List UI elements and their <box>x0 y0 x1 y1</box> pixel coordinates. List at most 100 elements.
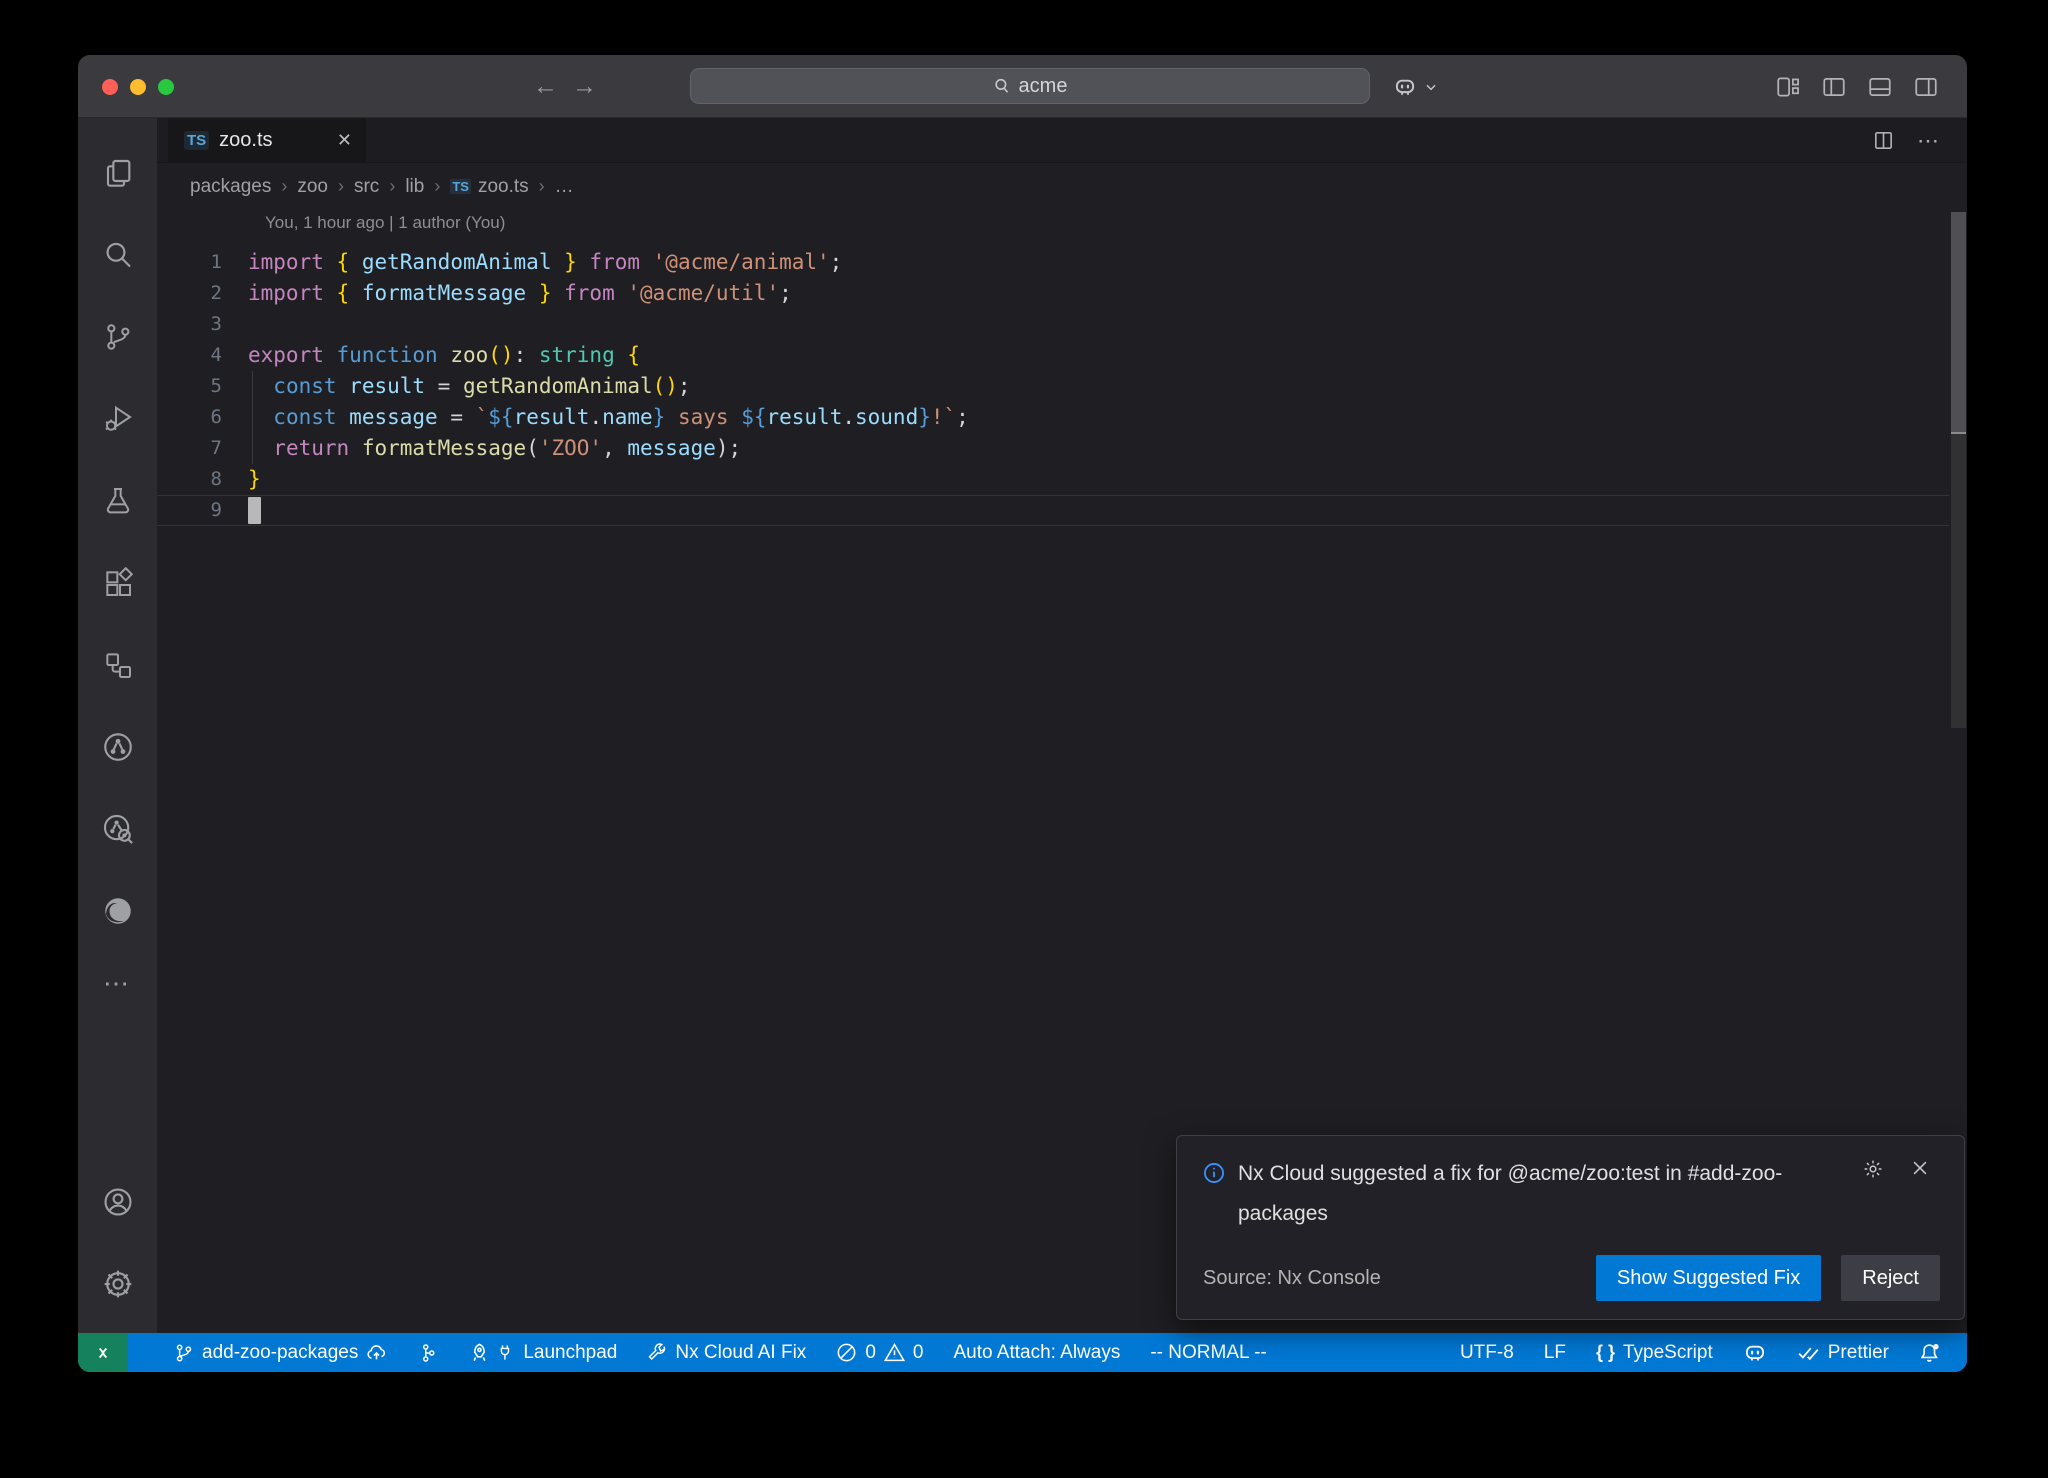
status-git-branch[interactable]: add-zoo-packages <box>174 1342 387 1364</box>
status-notifications-bell[interactable] <box>1919 1342 1941 1364</box>
copilot-icon <box>1393 75 1417 99</box>
status-vim-mode[interactable]: -- NORMAL -- <box>1150 1342 1266 1364</box>
status-label: Prettier <box>1828 1342 1889 1364</box>
status-bar-right: UTF-8 LF { }TypeScript Prettier <box>1460 1341 1967 1365</box>
status-label: 0 <box>913 1342 924 1364</box>
status-label: Auto Attach: Always <box>953 1342 1120 1364</box>
rocket-icon <box>467 1342 488 1363</box>
gitgraph-icon <box>417 1343 437 1363</box>
title-bar: ← → acme <box>78 55 1967 118</box>
breadcrumb-item[interactable]: zoo <box>297 176 328 198</box>
panel-right-icon[interactable] <box>1913 74 1939 100</box>
minimize-window-button[interactable] <box>130 79 146 95</box>
breadcrumb-item[interactable]: src <box>354 176 379 198</box>
tab-label: zoo.ts <box>219 129 272 152</box>
close-window-button[interactable] <box>102 79 118 95</box>
split-editor-icon[interactable] <box>1872 129 1895 152</box>
activity-item-extensions[interactable] <box>78 542 157 624</box>
tab-bar: TS zoo.ts ✕ ⋯ <box>157 118 1967 163</box>
breadcrumb-item[interactable]: lib <box>405 176 424 198</box>
code-line-5: 5 const result = getRandomAnimal(); <box>157 371 1949 402</box>
reject-button[interactable]: Reject <box>1841 1255 1940 1301</box>
tab-close-icon[interactable]: ✕ <box>337 130 352 151</box>
panel-bottom-icon[interactable] <box>1867 74 1893 100</box>
show-suggested-fix-button[interactable]: Show Suggested Fix <box>1596 1255 1821 1301</box>
breadcrumb-separator: › <box>389 176 395 197</box>
notification-toast: Nx Cloud suggested a fix for @acme/zoo:t… <box>1176 1135 1965 1320</box>
activity-item-more-views[interactable]: ⋯ <box>78 952 157 1014</box>
status-encoding[interactable]: UTF-8 <box>1460 1342 1514 1364</box>
gitlens-blame-annotation: You, 1 hour ago | 1 author (You) <box>265 213 505 233</box>
back-button[interactable]: ← <box>533 72 558 101</box>
activity-item-nx-project-graph[interactable] <box>78 706 157 788</box>
forward-button[interactable]: → <box>572 72 597 101</box>
remote-indicator[interactable] <box>78 1333 128 1372</box>
activity-item-edge-browser[interactable] <box>78 870 157 952</box>
search-value: acme <box>1019 75 1068 98</box>
layout-controls <box>1775 55 1939 118</box>
traffic-lights <box>102 55 174 118</box>
copilot-menu[interactable] <box>1393 55 1438 118</box>
activity-item-accounts[interactable] <box>78 1161 157 1243</box>
command-center-search[interactable]: acme <box>690 68 1370 104</box>
cloudup-icon <box>366 1342 387 1363</box>
branch-icon <box>174 1343 194 1363</box>
status-formatter-prettier[interactable]: Prettier <box>1797 1341 1889 1364</box>
status-language-mode[interactable]: { }TypeScript <box>1596 1342 1713 1364</box>
breadcrumb-item[interactable]: packages <box>190 176 271 198</box>
activity-bar-bottom <box>78 1161 157 1325</box>
plug-icon <box>496 1343 515 1362</box>
activity-item-nx-cloud[interactable] <box>78 788 157 870</box>
activity-bar: ⋯ <box>78 118 157 1333</box>
notification-source: Source: Nx Console <box>1203 1267 1381 1290</box>
activity-item-explorer[interactable] <box>78 132 157 214</box>
activity-item-nx-console[interactable] <box>78 624 157 706</box>
maximize-window-button[interactable] <box>158 79 174 95</box>
status-copilot-status[interactable] <box>1743 1341 1767 1365</box>
activity-item-search[interactable] <box>78 214 157 296</box>
status-eol[interactable]: LF <box>1544 1342 1566 1364</box>
status-nx-cloud-ai-fix[interactable]: Nx Cloud AI Fix <box>647 1342 806 1364</box>
status-git-graph[interactable] <box>417 1343 437 1363</box>
notification-message: Nx Cloud suggested a fix for @acme/zoo:t… <box>1238 1154 1858 1234</box>
dblcheck-icon <box>1797 1341 1820 1364</box>
status-label: add-zoo-packages <box>202 1342 358 1364</box>
scrollbar-slider[interactable] <box>1951 212 1966 432</box>
activity-item-source-control[interactable] <box>78 296 157 378</box>
activity-item-testing[interactable] <box>78 460 157 542</box>
tab-zoo-ts[interactable]: TS zoo.ts ✕ <box>168 118 366 162</box>
more-actions-icon[interactable]: ⋯ <box>1917 128 1941 154</box>
status-launchpad[interactable]: Launchpad <box>467 1342 617 1364</box>
breadcrumb-separator: › <box>338 176 344 197</box>
status-bar: add-zoo-packages Launchpad Nx Cloud AI Fix… <box>78 1333 1967 1372</box>
error-icon <box>836 1342 857 1363</box>
braces-icon: { } <box>1596 1342 1615 1363</box>
code-line-1: 1import { getRandomAnimal } from '@acme/… <box>157 247 1949 278</box>
breadcrumb-item[interactable]: … <box>555 176 574 198</box>
status-label: Launchpad <box>523 1342 617 1364</box>
activity-bar-top: ⋯ <box>78 132 157 1014</box>
layout-icon[interactable] <box>1775 74 1801 100</box>
breadcrumb-separator: › <box>434 176 440 197</box>
vim-block-cursor <box>248 497 261 524</box>
status-label: UTF-8 <box>1460 1342 1514 1364</box>
search-icon <box>993 77 1011 95</box>
code-line-8: 8} <box>157 464 1949 495</box>
breadcrumb-separator: › <box>281 176 287 197</box>
breadcrumb-item[interactable]: TSzoo.ts <box>450 176 528 198</box>
status-problems[interactable]: 00 <box>836 1342 923 1364</box>
activity-item-run-and-debug[interactable] <box>78 378 157 460</box>
panel-left-icon[interactable] <box>1821 74 1847 100</box>
status-bar-left: add-zoo-packages Launchpad Nx Cloud AI Fix… <box>128 1342 1267 1364</box>
copilot-icon <box>1743 1341 1767 1365</box>
typescript-file-icon: TS <box>184 131 209 150</box>
code-lines: 1import { getRandomAnimal } from '@acme/… <box>157 247 1949 526</box>
status-label: -- NORMAL -- <box>1150 1342 1266 1364</box>
code-line-7: 7 return formatMessage('ZOO', message); <box>157 433 1949 464</box>
notification-close-icon[interactable] <box>1910 1158 1930 1180</box>
belldot-icon <box>1919 1342 1941 1364</box>
activity-item-settings[interactable] <box>78 1243 157 1325</box>
typescript-file-icon: TS <box>450 179 471 194</box>
notification-settings-icon[interactable] <box>1862 1158 1884 1180</box>
status-auto-attach[interactable]: Auto Attach: Always <box>953 1342 1120 1364</box>
